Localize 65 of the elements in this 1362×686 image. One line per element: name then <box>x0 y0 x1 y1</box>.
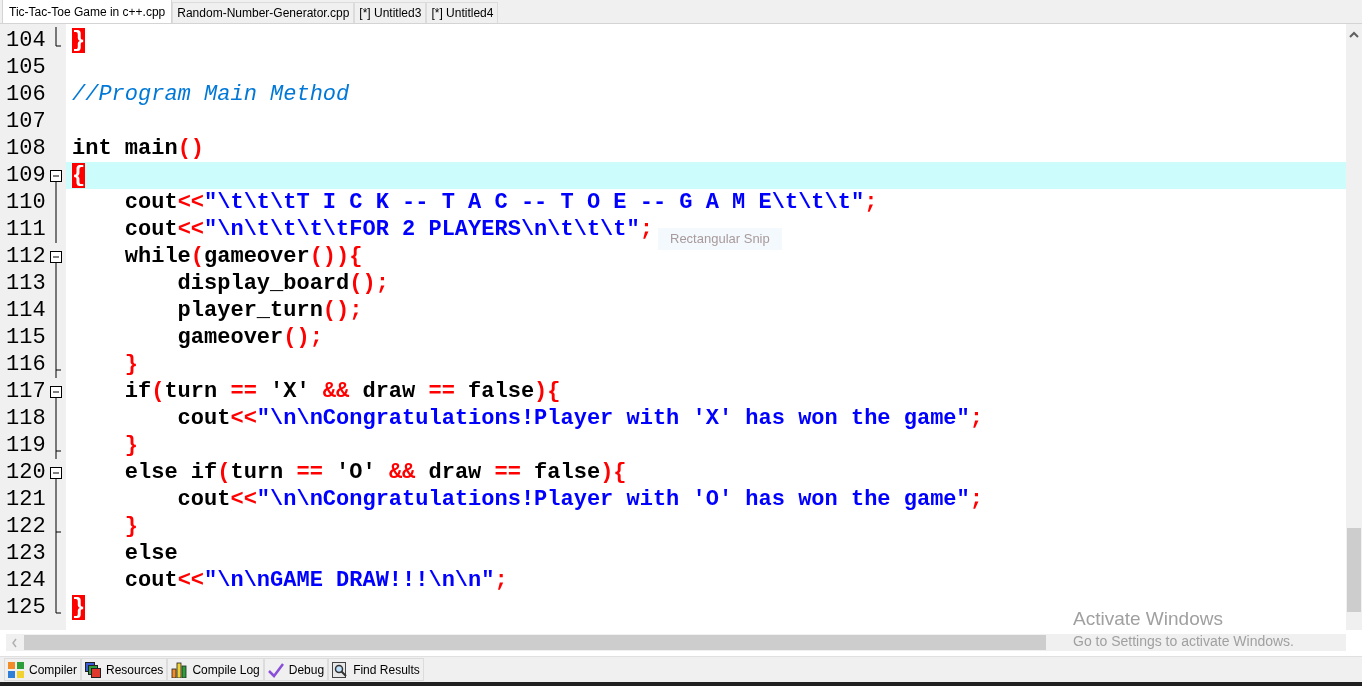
line-number: 122 <box>6 513 46 540</box>
magnifier-page-icon <box>332 661 349 678</box>
line-number: 120 <box>6 459 46 486</box>
file-tab[interactable]: [*] Untitled4 <box>426 2 499 23</box>
line-number: 104 <box>6 27 46 54</box>
stacked-squares-icon <box>85 661 101 678</box>
line-number: 113 <box>6 270 46 297</box>
code-line: } <box>123 351 138 378</box>
bar-chart-icon <box>171 661 188 678</box>
panel-tab-label: Compiler <box>29 661 77 679</box>
line-number: 109 <box>6 162 46 189</box>
vertical-scrollbar[interactable] <box>1346 24 1362 630</box>
code-line: cout<<"\t\t\tT I C K -- T A C -- T O E -- G A M E\t\t\t"; <box>123 189 878 216</box>
line-number: 112 <box>6 243 46 270</box>
line-number: 110 <box>6 189 46 216</box>
scroll-thumb[interactable] <box>1347 528 1361 612</box>
code-line: player_turn(); <box>176 297 363 324</box>
code-line: else <box>123 540 178 567</box>
code-line: cout<<"\n\t\t\t\tFOR 2 PLAYERS\n\t\t\t"; <box>123 216 653 243</box>
file-tab[interactable]: Random-Number-Generator.cpp <box>172 2 355 23</box>
activation-title: Activate Windows <box>1073 607 1224 631</box>
code-line: if(turn == 'X' && draw == false){ <box>123 378 561 405</box>
panel-tab[interactable]: Find Results <box>328 658 424 681</box>
panel-tab[interactable]: Debug <box>263 658 329 681</box>
panel-tab[interactable]: Compile Log <box>167 658 264 681</box>
panel-tab-label: Resources <box>106 661 164 679</box>
line-number: 118 <box>6 405 46 432</box>
line-number: 111 <box>6 216 46 243</box>
scroll-up-icon[interactable] <box>1349 30 1359 40</box>
line-number: 116 <box>6 351 46 378</box>
file-tab[interactable]: Tic-Tac-Toe Game in c++.cpp <box>2 0 173 23</box>
code-line: //Program Main Method <box>72 81 350 108</box>
panel-tab-label: Find Results <box>353 661 420 679</box>
code-line: cout<<"\n\nCongratulations!Player with 'O' has won the game"; <box>176 486 983 513</box>
grid-icon <box>8 661 24 678</box>
code-line: int main() <box>72 135 205 162</box>
line-number: 107 <box>6 108 46 135</box>
code-line: while(gameover()){ <box>123 243 363 270</box>
line-number: 125 <box>6 594 46 621</box>
panel-tab[interactable]: Resources <box>81 658 168 681</box>
code-line: else if(turn == 'O' && draw == false){ <box>123 459 627 486</box>
panel-tab-label: Compile Log <box>192 661 260 679</box>
tooltip: Rectangular Snip <box>658 228 782 250</box>
horizontal-scroll-thumb[interactable] <box>24 635 1046 650</box>
line-number: 119 <box>6 432 46 459</box>
line-number: 105 <box>6 54 46 81</box>
line-number: 124 <box>6 567 46 594</box>
activation-text: Go to Settings to activate Windows. <box>1073 632 1294 651</box>
line-number: 117 <box>6 378 46 405</box>
line-number: 121 <box>6 486 46 513</box>
checkmark-icon <box>267 661 284 678</box>
code-line: display_board(); <box>176 270 389 297</box>
code-line: gameover(); <box>176 324 323 351</box>
code-line: } <box>123 513 138 540</box>
line-number: 123 <box>6 540 46 567</box>
code-line: cout<<"\n\nCongratulations!Player with 'X' has won the game"; <box>176 405 983 432</box>
line-number: 106 <box>6 81 46 108</box>
panel-tab-label: Debug <box>288 661 325 679</box>
line-number: 114 <box>6 297 46 324</box>
line-number: 108 <box>6 135 46 162</box>
code-line: } <box>123 432 138 459</box>
line-number: 115 <box>6 324 46 351</box>
file-tab[interactable]: [*] Untitled3 <box>354 2 427 23</box>
panel-tab[interactable]: Compiler <box>4 658 81 681</box>
code-line: cout<<"\n\nGAME DRAW!!!\n\n"; <box>123 567 508 594</box>
